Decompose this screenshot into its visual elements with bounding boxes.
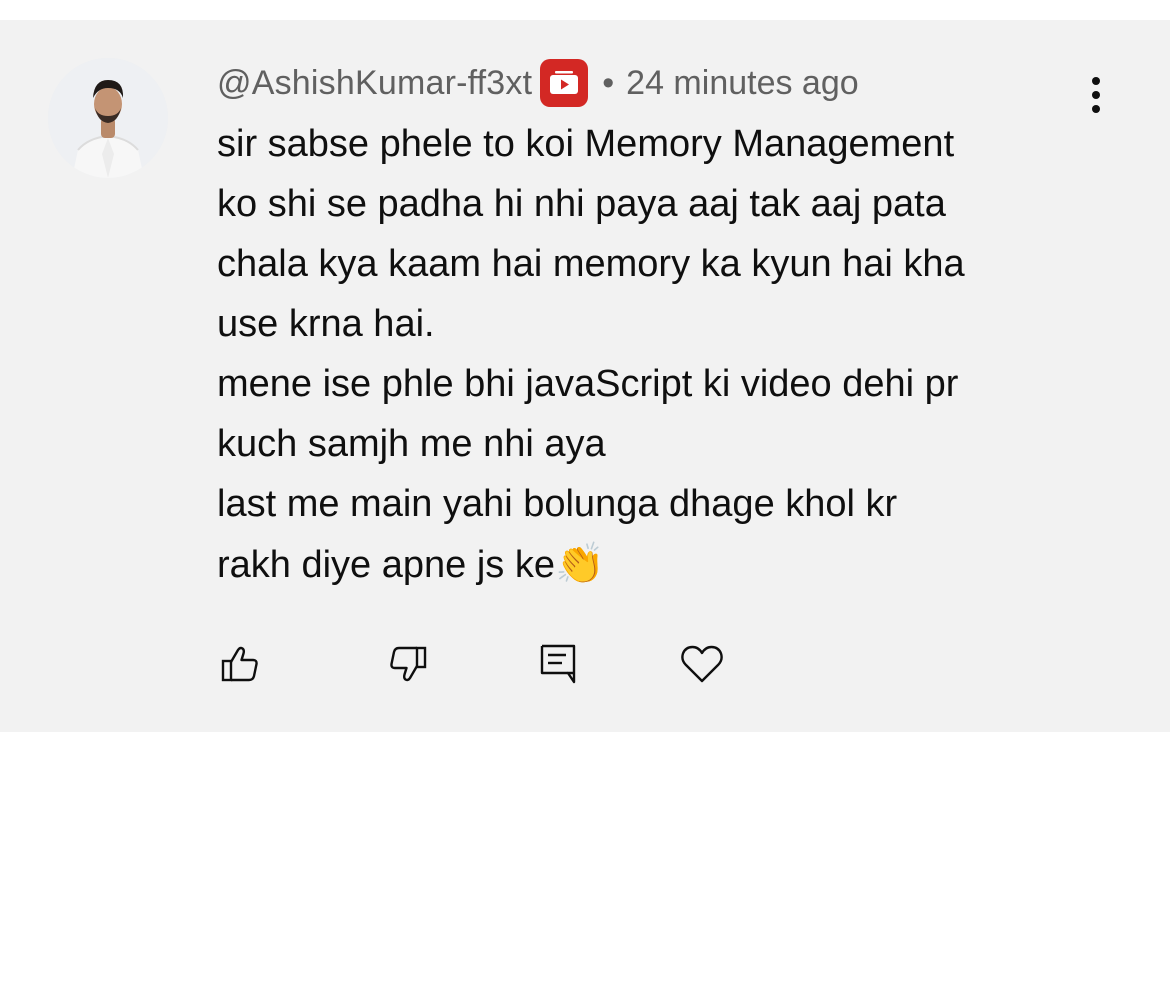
- comment-line-text: rakh diye apne js ke: [217, 544, 555, 586]
- comment-line: ko shi se padha hi nhi paya aaj tak aaj …: [217, 183, 946, 225]
- meta-separator: •: [602, 63, 615, 102]
- thumbs-down-icon: [390, 646, 427, 682]
- comment-line-last: rakh diye apne js ke👏: [217, 534, 1117, 595]
- author-handle[interactable]: @AshishKumar-ff3xt: [217, 64, 532, 103]
- comment-line: kuch samjh me nhi aya: [217, 423, 606, 465]
- more-vertical-icon[interactable]: [1076, 70, 1116, 120]
- heart-icon: [681, 645, 723, 683]
- thumbs-up-icon: [221, 646, 258, 682]
- comment-line: chala kya kaam hai memory ka kyun hai kh…: [217, 243, 965, 285]
- avatar[interactable]: [48, 58, 168, 178]
- avatar-photo: [48, 58, 168, 178]
- like-button[interactable]: [214, 638, 266, 690]
- comment-line: sir sabse phele to koi Memory Management: [217, 123, 955, 165]
- youtube-member-badge-icon: [540, 59, 589, 107]
- comment-line: use krna hai.: [217, 303, 435, 345]
- comment-actions: [0, 638, 1170, 698]
- heart-button[interactable]: [676, 638, 728, 690]
- comment-meta: @AshishKumar-ff3xt • 24 minutes ago: [217, 58, 859, 108]
- comment-card: @AshishKumar-ff3xt • 24 minutes ago sir …: [0, 20, 1170, 732]
- reply-button[interactable]: [532, 638, 584, 690]
- comment-text: sir sabse phele to koi Memory Management…: [217, 114, 1117, 595]
- comment-line: mene ise phle bhi javaScript ki video de…: [217, 363, 959, 405]
- dislike-button[interactable]: [382, 638, 434, 690]
- clapping-hands-emoji: 👏: [554, 542, 605, 586]
- comment-line: last me main yahi bolunga dhage khol kr: [217, 483, 898, 525]
- comment-timestamp[interactable]: 24 minutes ago: [626, 64, 859, 103]
- reply-icon: [540, 644, 576, 684]
